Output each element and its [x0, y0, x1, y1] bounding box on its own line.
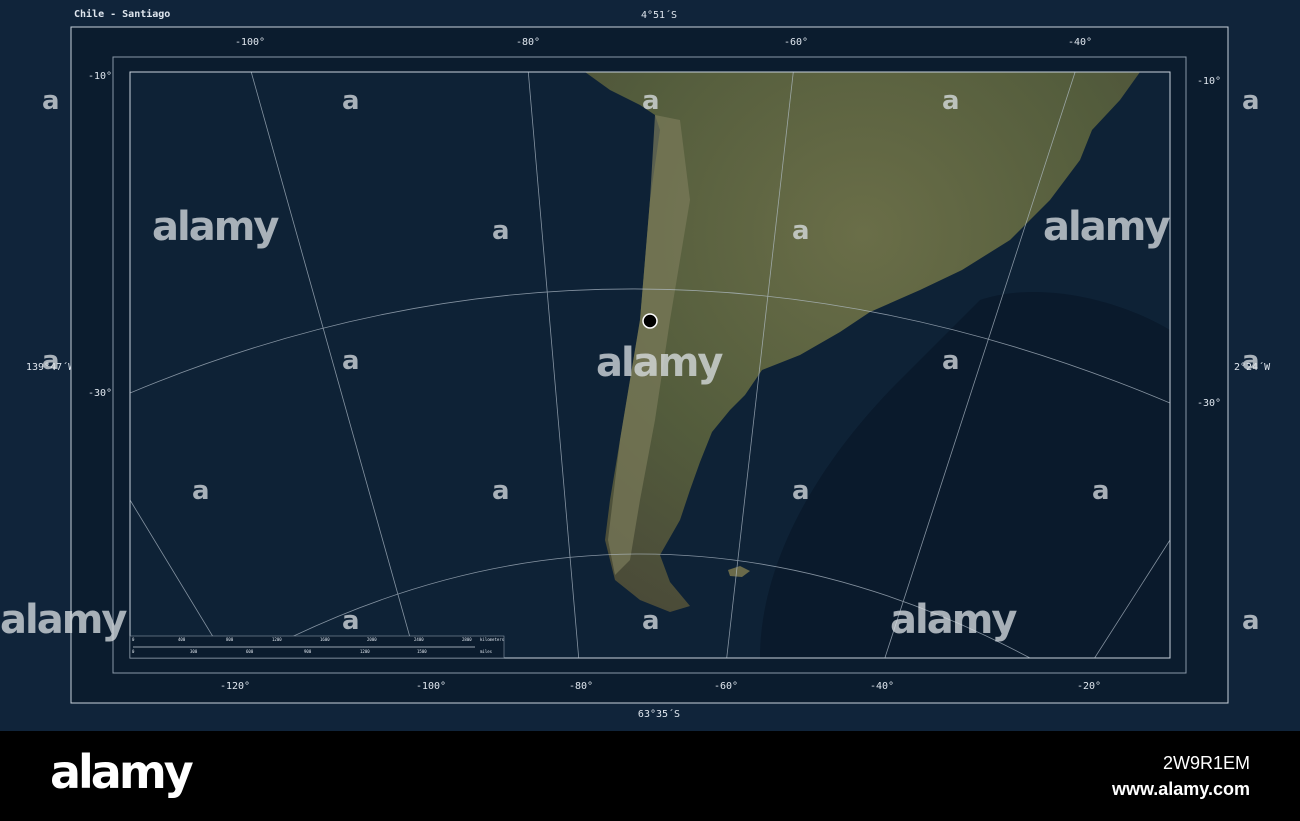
mi-unit: miles — [480, 649, 493, 654]
image-id: 2W9R1EM — [1162, 753, 1250, 773]
km-tick: 800 — [226, 637, 234, 642]
latitude-label: -30° — [88, 388, 113, 399]
latitude-label: -10° — [88, 71, 113, 82]
km-tick: 2000 — [367, 637, 377, 642]
mi-tick: 1200 — [360, 649, 370, 654]
map-figure: Chile - Santiago 4°51´S 63°35´S 139°47´W… — [0, 0, 1300, 731]
watermark: alamy — [890, 597, 1017, 643]
km-tick: 2800 — [462, 637, 472, 642]
mi-tick: 600 — [246, 649, 254, 654]
latitude-label: -10° — [1197, 76, 1222, 87]
watermark: alamy — [152, 204, 279, 250]
site-url: www.alamy.com — [1111, 779, 1250, 799]
watermark: alamy — [596, 340, 723, 386]
longitude-label: -80° — [515, 37, 541, 48]
km-tick: 400 — [178, 637, 186, 642]
km-unit: kilometers — [480, 637, 505, 642]
santiago-marker — [642, 313, 658, 329]
longitude-label: -120° — [219, 681, 251, 692]
km-tick: 0 — [132, 637, 135, 642]
mi-tick: 900 — [304, 649, 312, 654]
stock-banner: alamy 2W9R1EM www.alamy.com — [0, 731, 1300, 821]
km-tick: 1200 — [272, 637, 282, 642]
mi-tick: 1500 — [417, 649, 427, 654]
longitude-label: -60° — [783, 37, 809, 48]
watermark: alamy — [0, 597, 127, 643]
km-tick: 1600 — [320, 637, 330, 642]
longitude-label: -60° — [713, 681, 739, 692]
mi-tick: 300 — [190, 649, 198, 654]
alamy-logo: alamy — [50, 745, 194, 799]
watermark: alamy — [1043, 204, 1170, 250]
longitude-label: -100° — [234, 37, 266, 48]
mi-tick: 0 — [132, 649, 135, 654]
longitude-label: -40° — [1067, 37, 1093, 48]
longitude-label: -100° — [415, 681, 447, 692]
latitude-label: -30° — [1197, 398, 1222, 409]
scale-bar — [129, 635, 505, 659]
longitude-label: -40° — [869, 681, 895, 692]
longitude-label: -20° — [1076, 681, 1102, 692]
longitude-label: -80° — [568, 681, 594, 692]
km-tick: 2400 — [414, 637, 424, 642]
